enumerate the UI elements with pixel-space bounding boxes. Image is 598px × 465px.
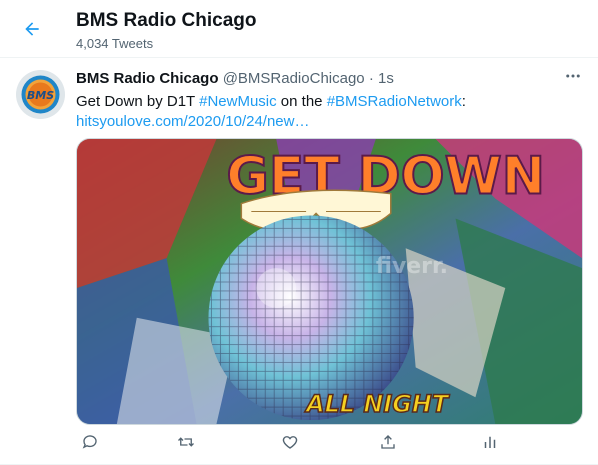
tweet-media-image[interactable]: GET DOWN ALL NIGHT fiverr. [76,138,583,425]
analytics-button[interactable] [476,430,504,458]
page-header: BMS Radio Chicago 4,034 Tweets [0,0,598,58]
like-button[interactable] [276,430,304,458]
tweet[interactable]: BMS BMS Radio Chicago @BMSRadioChicago ·… [0,58,598,465]
author-handle[interactable]: @BMSRadioChicago [223,70,365,87]
reply-button[interactable] [76,430,104,458]
more-button[interactable] [562,68,584,88]
back-button[interactable] [14,13,50,49]
reply-icon [81,433,99,456]
arrow-left-icon [22,19,42,44]
avatar[interactable]: BMS [16,70,65,119]
tweet-text-suffix: : [461,93,466,110]
hashtag-bmsradionetwork[interactable]: #BMSRadioNetwork [327,93,462,110]
tweet-text-prefix: Get Down by D1T [76,93,200,110]
tweet-actions [76,430,506,458]
media-watermark: fiverr. [376,254,448,279]
heart-icon [281,433,299,456]
media-bottom-text: ALL NIGHT [304,390,450,418]
analytics-icon [481,433,499,456]
meta-separator: · [368,70,374,87]
tweet-meta: BMS Radio Chicago @BMSRadioChicago · 1s [76,70,394,87]
tweet-count: 4,034 Tweets [76,36,154,51]
tweet-text: Get Down by D1T #NewMusic on the #BMSRad… [76,92,576,132]
hashtag-newmusic[interactable]: #NewMusic [199,93,277,110]
tweet-url[interactable]: hitsyoulove.com/2020/10/24/new… [76,113,309,130]
share-button[interactable] [374,430,402,458]
share-icon [379,433,397,456]
more-horizontal-icon [564,67,582,90]
page-title: BMS Radio Chicago [76,10,257,31]
retweet-button[interactable] [172,430,200,458]
avatar-logo-text: BMS [27,89,54,102]
tweet-time[interactable]: 1s [378,70,394,87]
retweet-icon [177,433,195,456]
tweet-text-middle: on the [276,93,327,110]
author-name[interactable]: BMS Radio Chicago [76,70,219,87]
